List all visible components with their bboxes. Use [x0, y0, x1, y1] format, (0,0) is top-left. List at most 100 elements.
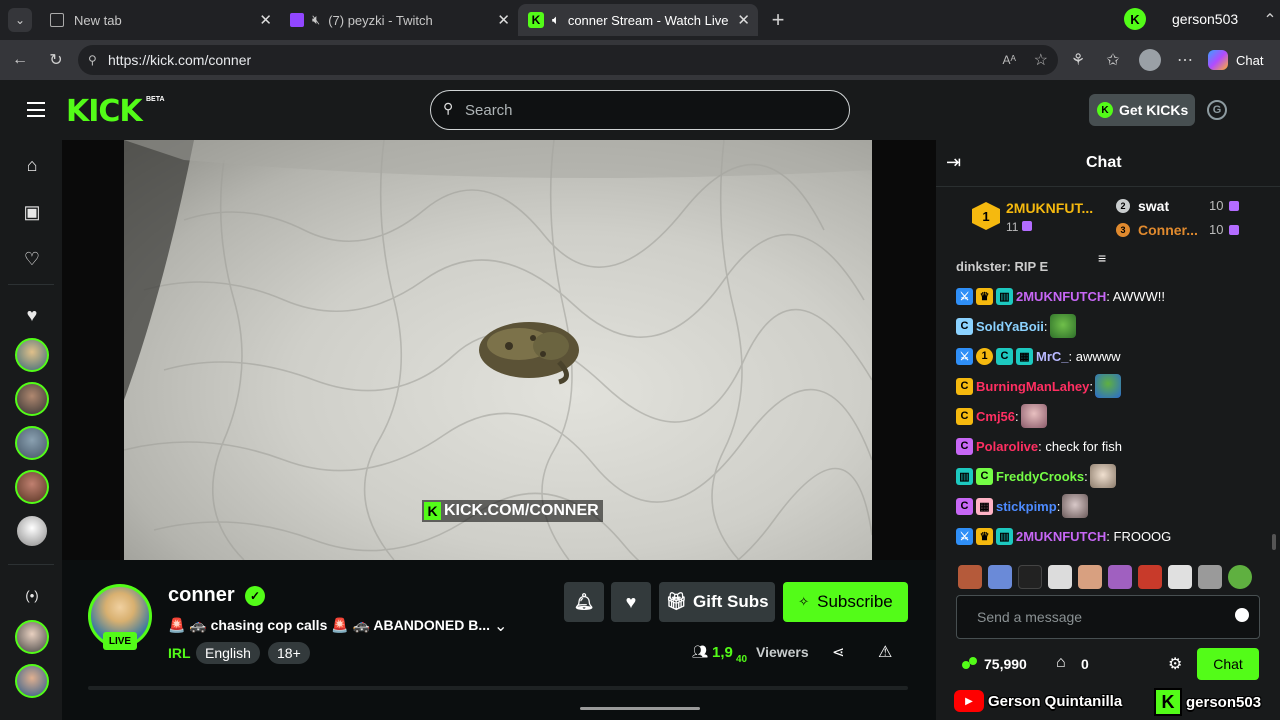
extensions-icon[interactable]: ⚘ [1066, 48, 1090, 72]
points-balance[interactable]: 75,990 [984, 656, 1027, 672]
emote-quick-7[interactable] [1138, 565, 1162, 589]
emote-quick-5[interactable] [1078, 565, 1102, 589]
copilot-chat-button[interactable]: Chat [1208, 48, 1270, 72]
store-icon[interactable]: ⌂ [1056, 654, 1066, 672]
followed-channel-avatar[interactable] [15, 426, 49, 460]
refresh-icon[interactable]: ↻ [44, 48, 68, 72]
chat-username[interactable]: Polarolive [976, 439, 1038, 454]
followed-heart-icon[interactable]: ♥ [19, 302, 45, 328]
close-icon[interactable]: ✕ [497, 11, 510, 29]
chat-username[interactable]: MrC_ [1036, 349, 1069, 364]
streamer-name[interactable]: conner [168, 584, 235, 607]
emote-quick-10[interactable] [1228, 565, 1252, 589]
url-field[interactable]: ⚲ https://kick.com/conner Aᴬ ☆ [78, 45, 1058, 75]
more-menu-icon[interactable]: ⋯ [1173, 48, 1197, 72]
tab-twitch[interactable]: 🔇︎ (7) peyzki - Twitch ✕ [280, 4, 518, 36]
following-heart-icon[interactable]: ♡ [19, 246, 45, 272]
profile-avatar[interactable] [1139, 49, 1161, 71]
subscribe-button[interactable]: ✧ Subscribe [783, 582, 908, 622]
recommended-channel-avatar[interactable] [15, 664, 49, 698]
search-input[interactable]: ⚲ Search [430, 90, 850, 130]
search-icon: ⚲ [443, 100, 454, 116]
get-kicks-button[interactable]: K Get KICKs [1089, 94, 1195, 126]
read-aloud-icon[interactable]: Aᴬ [1003, 53, 1016, 67]
new-tab-plus-icon[interactable]: + [766, 7, 790, 32]
emote-quick-6[interactable] [1108, 565, 1132, 589]
chat-username[interactable]: Cmj56 [976, 409, 1015, 424]
followed-channel-avatar[interactable] [15, 338, 49, 372]
tab-title: (7) peyzki - Twitch [328, 12, 433, 28]
rat-emote [1062, 494, 1089, 518]
favorites-icon[interactable]: ✩ [1101, 48, 1125, 72]
browse-icon[interactable]: ▣ [19, 199, 45, 225]
chat-settings-gear-icon[interactable]: ⚙ [1168, 654, 1182, 674]
send-chat-button[interactable]: Chat [1197, 648, 1259, 680]
chat-username[interactable]: 2MUKNFUTCH [1016, 529, 1106, 544]
kick-logo[interactable]: KICK [66, 94, 143, 129]
home-icon[interactable]: ⌂ [19, 152, 45, 178]
speaker-icon[interactable]: 🔈︎ [552, 12, 560, 28]
tag-english[interactable]: English [196, 642, 260, 664]
site-info-icon[interactable]: ⚲ [88, 53, 97, 67]
tag-18-plus[interactable]: 18+ [268, 642, 310, 664]
leader-3-name: Conner... [1138, 222, 1198, 238]
chat-text: : [1056, 498, 1061, 514]
sidebar-divider [8, 564, 54, 565]
video-frame[interactable]: K KICK.COM/CONNER [124, 140, 872, 560]
face-emote [1020, 404, 1047, 428]
favorite-star-icon[interactable]: ☆ [1034, 50, 1048, 70]
recommended-channel-avatar[interactable] [15, 620, 49, 654]
tab-new-tab[interactable]: New tab ✕ [40, 4, 280, 36]
expand-title-chevron-icon[interactable]: ⌄ [494, 616, 507, 636]
chat-username[interactable]: stickpimp [996, 499, 1057, 514]
notification-bell-button[interactable]: 🔔︎ [564, 582, 604, 622]
collapse-chat-icon[interactable]: ⇥ [946, 152, 961, 173]
back-arrow-icon[interactable]: ← [8, 48, 32, 72]
close-icon[interactable]: ✕ [259, 11, 272, 29]
emote-quick-1[interactable] [958, 565, 982, 589]
profile-indicator[interactable]: K gerson503 [1120, 6, 1260, 32]
gift-subs-button[interactable]: 🎁︎ Gift Subs [659, 582, 775, 622]
kick-logo-icon: K [1124, 8, 1146, 30]
muted-speaker-icon[interactable]: 🔇︎ [312, 12, 320, 28]
emote-quick-2[interactable] [988, 565, 1012, 589]
emoji-picker-icon[interactable] [1235, 608, 1249, 622]
user-avatar-icon[interactable]: G [1207, 100, 1227, 120]
chat-message-cut: dinkster: RIP E [956, 260, 1049, 274]
emote-quick-4[interactable] [1048, 565, 1072, 589]
chat-username[interactable]: BurningManLahey [976, 379, 1089, 394]
close-icon[interactable]: ✕ [737, 11, 750, 29]
followed-channel-avatar[interactable] [15, 514, 49, 548]
youtube-icon: ▶ [954, 690, 984, 712]
kick-overlay: K gerson503 [1154, 688, 1261, 716]
video-player[interactable]: K KICK.COM/CONNER [62, 140, 936, 560]
kick-channel-name: gerson503 [1186, 693, 1262, 711]
chat-username[interactable]: 2MUKNFUTCH [1016, 289, 1106, 304]
follow-heart-button[interactable]: ♥ [611, 582, 651, 622]
followed-channel-avatar[interactable] [15, 470, 49, 504]
emote-quick-9[interactable] [1198, 565, 1222, 589]
followed-channel-avatar[interactable] [15, 382, 49, 416]
report-warning-icon[interactable]: ⚠ [878, 642, 892, 662]
tab-kick-conner[interactable]: K 🔈︎ conner Stream - Watch Live o ✕ [518, 4, 758, 36]
styrofoam-texture [124, 140, 872, 560]
chat-username[interactable]: SoldYaBoii [976, 319, 1044, 334]
moderator-sword-icon: ⚔ [956, 527, 973, 545]
live-broadcast-icon[interactable]: (•) [19, 582, 45, 608]
chat-message: C Polarolive : check for fish [956, 434, 1122, 458]
minimize-icon[interactable]: ⌃ [1258, 8, 1280, 32]
category-link[interactable]: IRL [168, 645, 191, 661]
chat-username[interactable]: FreddyCrooks [996, 469, 1084, 484]
chat-message: ⚔ ♛ ▥ 2MUKNFUTCH : FROOOG [956, 524, 1171, 548]
hamburger-menu-icon[interactable] [27, 102, 45, 117]
gift-leaderboard: 1 2MUKNFUT... 11 2 swat 10 3 Conner... 1… [936, 188, 1280, 260]
share-icon[interactable]: ⋖ [832, 643, 845, 661]
tab-list-icon[interactable]: ⌄ [8, 8, 32, 32]
page-icon [50, 13, 64, 27]
emote-quick-3[interactable] [1018, 565, 1042, 589]
sparkle-icon: ✧ [798, 594, 810, 609]
chat-scrollbar[interactable] [1272, 534, 1276, 550]
sidebar-divider [8, 284, 54, 285]
emote-quick-8[interactable] [1168, 565, 1192, 589]
chat-input[interactable]: Send a message [956, 595, 1260, 639]
